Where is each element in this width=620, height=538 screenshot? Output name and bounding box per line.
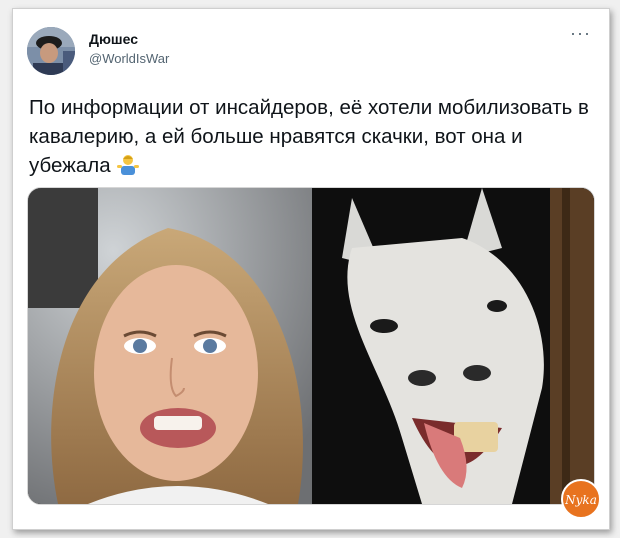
avatar[interactable] xyxy=(27,27,75,75)
horse-photo xyxy=(312,188,594,504)
author-name[interactable]: Дюшес xyxy=(89,31,138,47)
tweet-media[interactable] xyxy=(27,187,595,505)
person-shrugging-emoji-icon xyxy=(116,152,140,184)
woman-photo xyxy=(28,188,312,504)
watermark-logo-icon: Nyka xyxy=(561,479,601,519)
author-handle[interactable]: @WorldIsWar xyxy=(89,51,169,66)
avatar-image xyxy=(27,27,75,75)
tweet-body: По информации от инсайдеров, её хотели м… xyxy=(29,96,589,177)
tweet-card: Дюшес @WorldIsWar ··· По информации от и… xyxy=(12,8,610,530)
svg-text:Nyka: Nyka xyxy=(564,493,597,507)
tweet-text: По информации от инсайдеров, её хотели м… xyxy=(29,93,589,184)
more-options-button[interactable]: ··· xyxy=(570,23,591,44)
